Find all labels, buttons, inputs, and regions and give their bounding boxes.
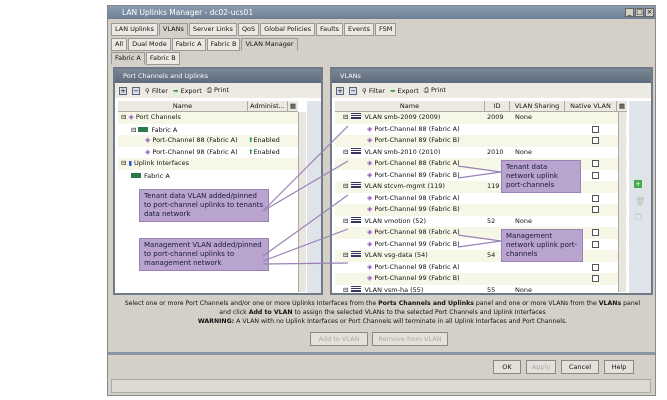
apply-button[interactable]: Apply bbox=[526, 360, 556, 374]
cancel-button[interactable]: Cancel bbox=[561, 360, 599, 374]
status-bar bbox=[111, 379, 651, 393]
instructions: Select one or more Port Channels and/or … bbox=[124, 300, 641, 325]
lan-uplinks-manager-window: LAN Uplinks Manager - dc02-ucs01 _ □ × L… bbox=[107, 5, 656, 396]
help-button[interactable]: Help bbox=[604, 360, 634, 374]
add-to-vlan-button[interactable]: Add to VLAN bbox=[310, 332, 368, 346]
ok-button[interactable]: OK bbox=[493, 360, 521, 374]
remove-from-vlan-button[interactable]: Remove from VLAN bbox=[372, 332, 448, 346]
callout-lines bbox=[262, 125, 502, 265]
